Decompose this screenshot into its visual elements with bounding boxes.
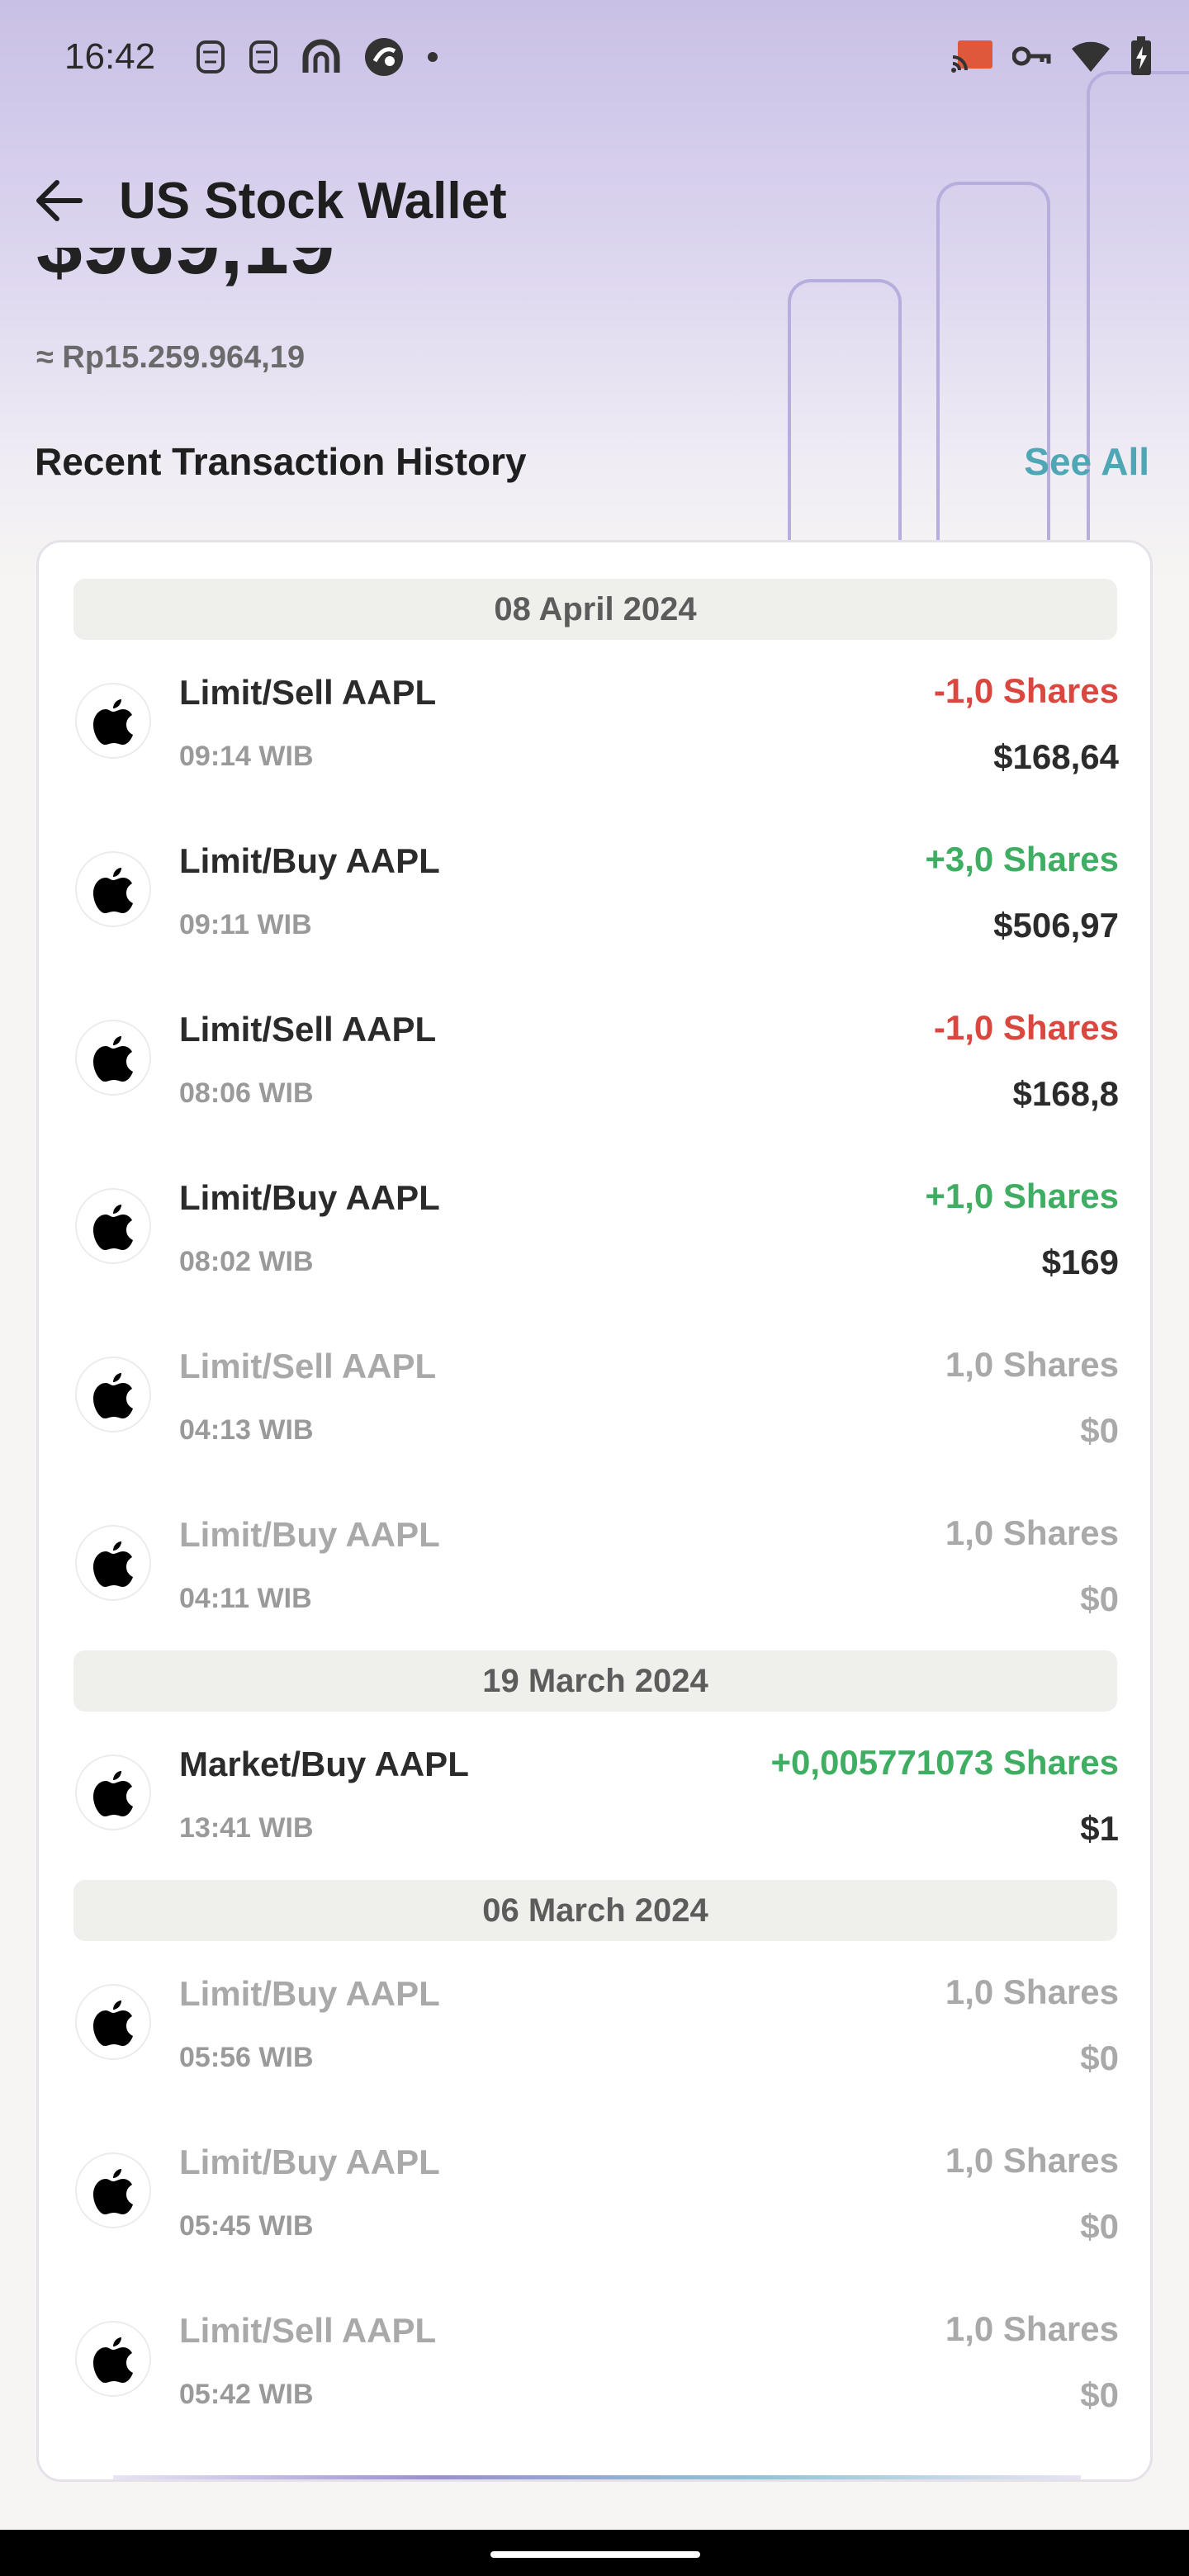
transaction-time: 05:56 WIB xyxy=(179,2042,314,2073)
status-time: 16:42 xyxy=(64,36,156,77)
transaction-row[interactable]: Limit/Sell AAPL 04:13 WIB 1,0 Shares $0 xyxy=(39,1314,1150,1482)
apple-logo-icon xyxy=(75,1357,151,1432)
date-separator: 08 April 2024 xyxy=(73,579,1117,640)
transaction-time: 05:45 WIB xyxy=(179,2210,314,2242)
sim-face-icon-2 xyxy=(248,39,279,79)
transaction-time: 04:11 WIB xyxy=(179,1583,312,1614)
transaction-time: 08:02 WIB xyxy=(179,1246,314,1277)
transaction-shares: +1,0 Shares xyxy=(925,1177,1119,1215)
transaction-row[interactable]: Limit/Buy AAPL 04:11 WIB 1,0 Shares $0 xyxy=(39,1482,1150,1650)
transaction-time: 09:11 WIB xyxy=(179,909,312,940)
apple-logo-icon xyxy=(75,683,151,759)
transaction-amount: $169 xyxy=(1041,1243,1119,1281)
transaction-amount: $0 xyxy=(1080,2039,1119,2077)
app-header: US Stock Wallet xyxy=(0,157,1189,248)
transaction-amount: $506,97 xyxy=(993,906,1119,945)
transaction-time: 09:14 WIB xyxy=(179,741,314,772)
transaction-row[interactable]: Limit/Buy AAPL 05:45 WIB 1,0 Shares $0 xyxy=(39,2110,1150,2278)
transaction-time: 08:06 WIB xyxy=(179,1077,314,1109)
transaction-amount: $0 xyxy=(1080,2375,1119,2414)
page-title: US Stock Wallet xyxy=(119,173,507,230)
transaction-title: Limit/Sell AAPL xyxy=(179,673,437,712)
converted-balance: ≈ Rp15.259.964,19 xyxy=(36,340,306,375)
transaction-row[interactable]: Limit/Buy AAPL 09:11 WIB +3,0 Shares $506,9… xyxy=(39,808,1150,977)
transaction-amount: $1 xyxy=(1080,1809,1119,1848)
transaction-list-card: 08 April 2024 Limit/Sell AAPL 09:14 WIB -1,… xyxy=(36,540,1153,2482)
transaction-row[interactable]: Market/Buy AAPL 13:41 WIB +0,005771073 Sha… xyxy=(39,1712,1150,1880)
date-separator: 06 March 2024 xyxy=(73,1880,1117,1941)
app-arc-icon xyxy=(301,38,342,80)
apple-logo-icon xyxy=(75,1188,151,1264)
apple-logo-icon xyxy=(75,851,151,927)
home-gesture-handle[interactable] xyxy=(490,2551,700,2558)
balance-container: $969,19 xyxy=(36,248,614,314)
see-all-link[interactable]: See All xyxy=(1024,439,1149,484)
apple-logo-icon xyxy=(75,2152,151,2228)
transaction-title: Limit/Buy AAPL xyxy=(179,1178,440,1217)
transaction-title: Limit/Buy AAPL xyxy=(179,1974,440,2013)
transaction-row[interactable]: Limit/Sell AAPL 08:06 WIB -1,0 Shares $168,… xyxy=(39,977,1150,1145)
transaction-shares: +3,0 Shares xyxy=(925,840,1119,878)
dot-icon xyxy=(426,50,439,68)
navigation-bar xyxy=(0,2530,1189,2576)
transaction-title: Limit/Sell AAPL xyxy=(179,2311,437,2350)
cast-icon xyxy=(951,39,994,78)
transaction-row[interactable]: Limit/Sell AAPL 05:42 WIB 1,0 Shares $0 xyxy=(39,2278,1150,2446)
transaction-shares: 1,0 Shares xyxy=(945,1513,1119,1552)
transaction-shares: +0,005771073 Shares xyxy=(770,1743,1119,1782)
card-accent-line xyxy=(113,2475,1081,2479)
wallet-balance: $969,19 xyxy=(36,248,334,293)
transaction-shares: 1,0 Shares xyxy=(945,1345,1119,1384)
decorative-bar xyxy=(788,279,902,547)
transaction-amount: $168,64 xyxy=(993,737,1119,776)
transaction-title: Limit/Buy AAPL xyxy=(179,841,440,880)
transaction-time: 05:42 WIB xyxy=(179,2379,314,2410)
transaction-row[interactable]: Limit/Buy AAPL 08:02 WIB +1,0 Shares $169 xyxy=(39,1145,1150,1314)
transaction-row[interactable]: Limit/Buy AAPL 05:56 WIB 1,0 Shares $0 xyxy=(39,1941,1150,2110)
vpn-key-icon xyxy=(1011,44,1052,73)
app-circle-icon xyxy=(363,36,405,82)
transaction-row[interactable]: Limit/Sell AAPL 09:14 WIB -1,0 Shares $168,… xyxy=(39,640,1150,808)
apple-logo-icon xyxy=(75,1020,151,1096)
date-separator: 19 March 2024 xyxy=(73,1650,1117,1712)
apple-logo-icon xyxy=(75,1754,151,1830)
transaction-shares: 1,0 Shares xyxy=(945,2141,1119,2180)
apple-logo-icon xyxy=(75,1984,151,2060)
section-title: Recent Transaction History xyxy=(35,440,527,483)
transaction-amount: $0 xyxy=(1080,2207,1119,2246)
transaction-title: Limit/Sell AAPL xyxy=(179,1010,437,1049)
transaction-title: Market/Buy AAPL xyxy=(179,1745,469,1783)
apple-logo-icon xyxy=(75,1525,151,1601)
transaction-title: Limit/Buy AAPL xyxy=(179,2143,440,2181)
wifi-icon xyxy=(1070,39,1111,78)
transaction-title: Limit/Sell AAPL xyxy=(179,1347,437,1385)
transaction-shares: 1,0 Shares xyxy=(945,1972,1119,2011)
arrow-left-icon xyxy=(34,179,83,226)
back-button[interactable] xyxy=(30,173,88,231)
transaction-amount: $0 xyxy=(1080,1579,1119,1618)
transaction-shares: -1,0 Shares xyxy=(933,1008,1119,1047)
transaction-time: 04:13 WIB xyxy=(179,1414,314,1446)
apple-logo-icon xyxy=(75,2321,151,2397)
transaction-shares: 1,0 Shares xyxy=(945,2309,1119,2348)
sim-face-icon xyxy=(195,39,226,79)
transaction-amount: $168,8 xyxy=(1012,1074,1119,1113)
transaction-shares: -1,0 Shares xyxy=(933,671,1119,710)
transaction-time: 13:41 WIB xyxy=(179,1812,314,1844)
battery-charging-icon xyxy=(1130,36,1153,80)
status-bar: 16:42 xyxy=(0,0,1189,124)
transaction-title: Limit/Buy AAPL xyxy=(179,1515,440,1554)
transaction-amount: $0 xyxy=(1080,1411,1119,1450)
